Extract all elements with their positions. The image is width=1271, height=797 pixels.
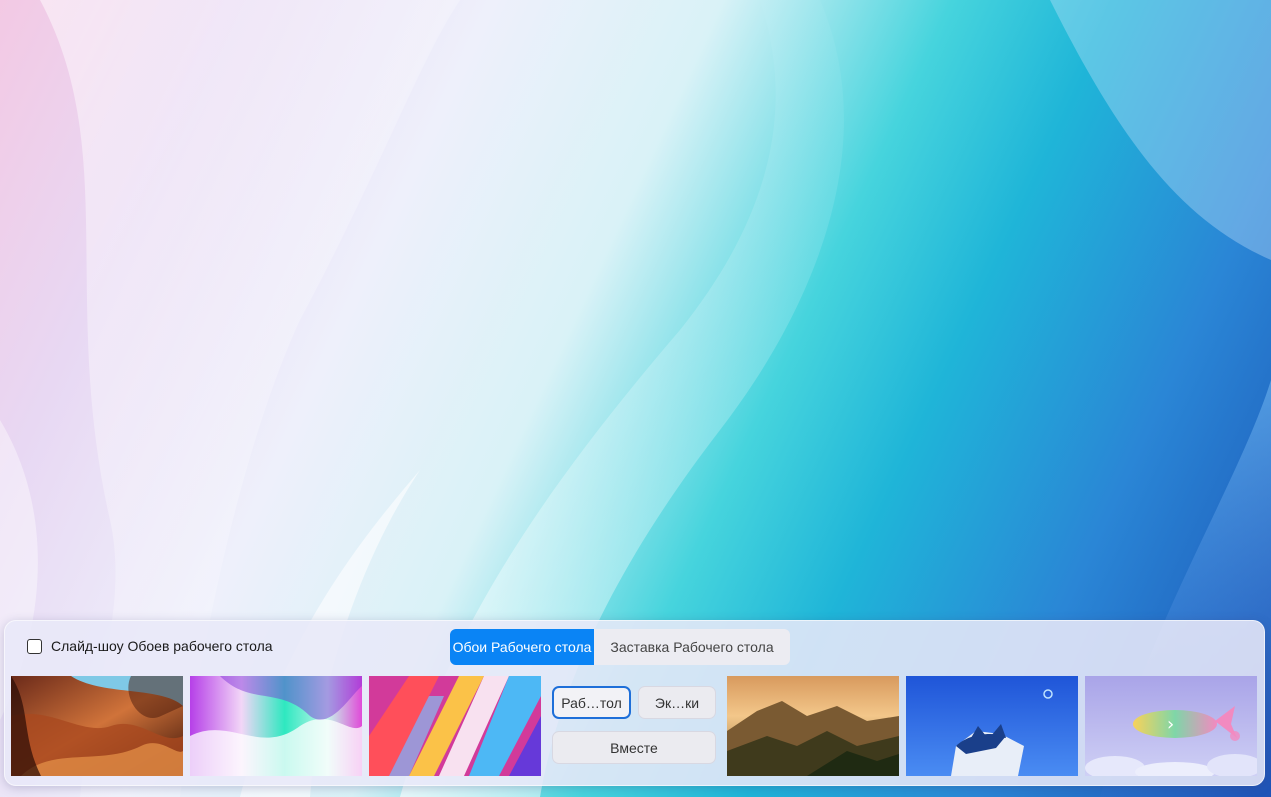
wallpaper-thumbnail-blue-character[interactable]	[906, 676, 1078, 776]
set-both-button[interactable]: Вместе	[552, 731, 716, 764]
wallpaper-thumbnail-aurora[interactable]	[190, 676, 362, 776]
tab-desktop-wallpaper[interactable]: Обои Рабочего стола	[450, 629, 594, 665]
desktop-wallpaper-preview: Слайд-шоу Обоев рабочего стола Обои Рабо…	[0, 0, 1271, 797]
wallpaper-thumbnail-prism[interactable]	[369, 676, 541, 776]
slideshow-checkbox[interactable]	[27, 638, 42, 654]
set-lockscreen-button[interactable]: Эк…ки	[638, 686, 716, 719]
slideshow-label: Слайд-шоу Обоев рабочего стола	[51, 638, 273, 654]
slideshow-toggle[interactable]: Слайд-шоу Обоев рабочего стола	[27, 638, 273, 654]
set-desktop-button[interactable]: Раб…тол	[552, 686, 631, 719]
chevron-right-icon[interactable]: ›	[1167, 714, 1174, 735]
wallpaper-thumbnail-mountains[interactable]	[727, 676, 899, 776]
wallpaper-settings-panel: Слайд-шоу Обоев рабочего стола Обои Рабо…	[4, 620, 1265, 786]
wallpaper-thumbnail-whale[interactable]: ›	[1085, 676, 1257, 776]
tab-screensaver[interactable]: Заставка Рабочего стола	[594, 629, 790, 665]
wallpaper-thumbnail-canyon[interactable]	[11, 676, 183, 776]
wallpaper-mode-tabs: Обои Рабочего стола Заставка Рабочего ст…	[450, 629, 790, 665]
